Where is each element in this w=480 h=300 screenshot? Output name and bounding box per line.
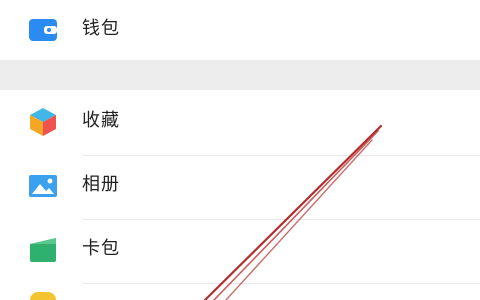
- cube-icon: [27, 106, 59, 138]
- menu-item-label: 相册: [82, 174, 120, 195]
- menu-item-cards[interactable]: 卡包: [0, 220, 480, 280]
- section-divider: [0, 60, 480, 90]
- next-item-icon: [30, 292, 56, 300]
- menu-item-label: 卡包: [82, 238, 120, 259]
- settings-menu-list: 钱包 收藏 相册 卡包: [0, 0, 480, 300]
- menu-item-label: 钱包: [82, 18, 120, 39]
- menu-item-label: 收藏: [82, 110, 120, 131]
- photo-icon: [27, 170, 59, 202]
- menu-item-wallet[interactable]: 钱包: [0, 0, 480, 60]
- menu-item-album[interactable]: 相册: [0, 156, 480, 216]
- menu-item-favorites[interactable]: 收藏: [0, 92, 480, 152]
- wallet-icon: [27, 14, 59, 46]
- row-divider: [82, 283, 480, 284]
- card-icon: [27, 234, 59, 266]
